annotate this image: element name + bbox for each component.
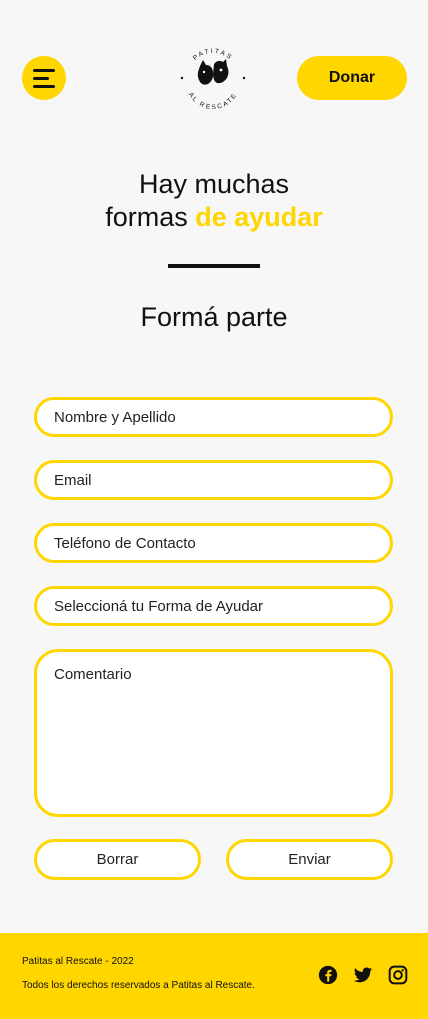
footer-copyright: Patitas al Rescate - 2022 [22, 956, 134, 967]
help-type-select[interactable] [34, 586, 393, 626]
title-line2: formas [105, 202, 196, 232]
svg-text:PATITAS: PATITAS [192, 48, 234, 62]
facebook-icon[interactable] [318, 965, 338, 985]
header: PATITAS AL RESCATE Donar [0, 0, 428, 150]
name-input[interactable] [34, 397, 393, 437]
logo-text-top: PATITAS [192, 48, 232, 62]
section-subtitle: Formá parte [140, 302, 288, 332]
phone-input[interactable] [34, 523, 393, 563]
title-divider [168, 264, 260, 268]
page-title: Hay muchas formas de ayudar [0, 168, 428, 234]
pets-icon [197, 59, 229, 85]
footer-rights: Todos los derechos reservados a Patitas … [22, 980, 255, 991]
donate-button[interactable]: Donar [297, 56, 407, 100]
instagram-icon[interactable] [388, 965, 408, 985]
hero-section: Hay muchas formas de ayudar [0, 168, 428, 234]
svg-text:AL RESCATE: AL RESCATE [187, 91, 239, 111]
footer: Patitas al Rescate - 2022 Todos los dere… [0, 933, 428, 1019]
hamburger-menu-icon [33, 68, 55, 72]
patitas-logo[interactable]: PATITAS AL RESCATE [178, 44, 248, 112]
title-line1: Hay muchas [138, 169, 290, 199]
twitter-icon[interactable] [353, 965, 373, 985]
menu-button[interactable] [22, 56, 66, 100]
submit-button[interactable]: Enviar [226, 839, 393, 880]
email-input[interactable] [34, 460, 393, 500]
title-accent: de ayudar [195, 202, 323, 232]
comment-textarea[interactable] [34, 649, 393, 817]
logo-text-bottom: AL RESCATE [187, 91, 237, 111]
clear-button[interactable]: Borrar [34, 839, 201, 880]
